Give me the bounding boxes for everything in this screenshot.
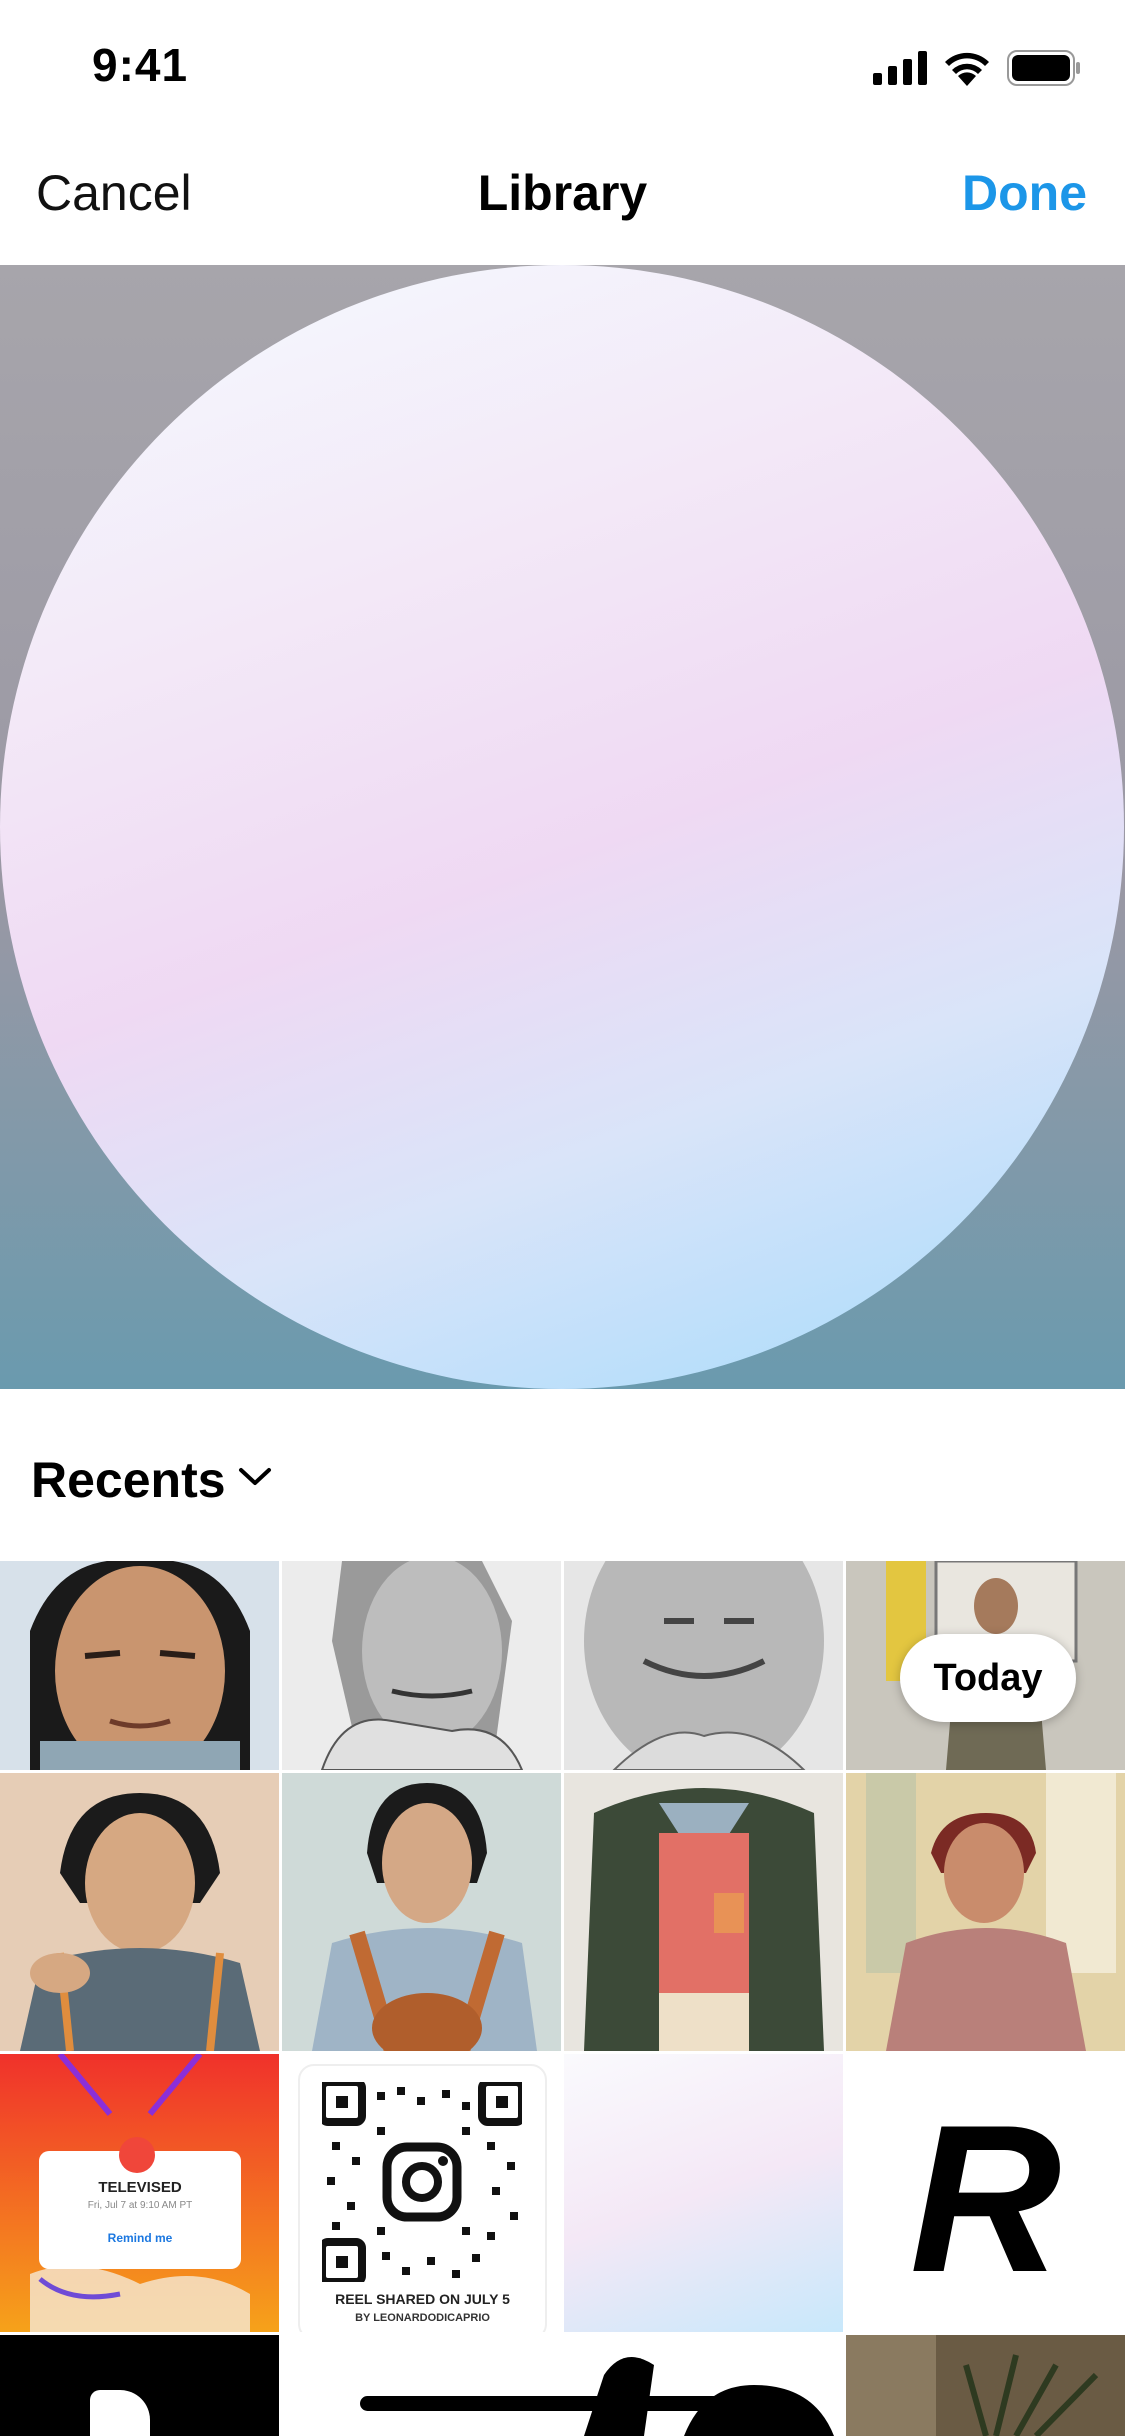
nav-bar: Cancel Library Done bbox=[0, 140, 1125, 265]
chevron-down-icon bbox=[239, 1468, 271, 1485]
jacket-photo bbox=[564, 1773, 843, 2051]
qr-code bbox=[322, 2082, 522, 2282]
qr-card: REEL SHARED ON JULY 5 BY LEONARDODICAPRI… bbox=[298, 2064, 547, 2332]
photo-thumbnail-graphic bbox=[584, 2357, 834, 2436]
photo-thumbnail[interactable] bbox=[564, 2335, 843, 2436]
televised-time: Fri, Jul 7 at 9:10 AM PT bbox=[87, 2200, 193, 2211]
qr-card-thumbnail[interactable]: REEL SHARED ON JULY 5 BY LEONARDODICAPRI… bbox=[282, 2054, 561, 2332]
remind-me-button[interactable]: Remind me bbox=[39, 2231, 241, 2245]
letter-tile-text: R bbox=[909, 2081, 1062, 2316]
photo-thumbnail[interactable] bbox=[564, 2054, 843, 2332]
album-title: Recents bbox=[31, 1452, 226, 1508]
photo-thumbnail[interactable] bbox=[282, 1773, 561, 2051]
photo-thumbnail-graphic bbox=[90, 2390, 150, 2436]
album-selector[interactable]: Recents bbox=[0, 1389, 1125, 1561]
photo-thumbnail[interactable] bbox=[0, 2335, 279, 2436]
photo-thumbnail[interactable] bbox=[0, 1773, 279, 2051]
date-scrubber-badge: Today bbox=[900, 1634, 1076, 1722]
status-time: 9:41 bbox=[92, 39, 189, 91]
status-bar: 9:41 bbox=[0, 0, 1125, 140]
photo-thumbnail[interactable] bbox=[282, 1561, 561, 1770]
photo-thumbnail[interactable] bbox=[846, 2335, 1125, 2436]
televised-title: TELEVISED bbox=[98, 2179, 182, 2196]
photo-thumbnail[interactable] bbox=[564, 1773, 843, 2051]
qr-card-line1: REEL SHARED ON JULY 5 bbox=[335, 2291, 510, 2307]
portrait-photo bbox=[282, 1773, 561, 2051]
calendar-icon bbox=[119, 2137, 155, 2173]
cancel-button[interactable]: Cancel bbox=[36, 164, 192, 222]
sketch-closeup-photo bbox=[564, 1561, 843, 1770]
photo-thumbnail[interactable] bbox=[0, 1561, 279, 1770]
crop-circle[interactable] bbox=[0, 265, 1124, 1389]
photo-thumbnail[interactable] bbox=[282, 2335, 561, 2436]
portrait-photo bbox=[0, 1561, 279, 1770]
signal-icon bbox=[873, 51, 927, 85]
window-portrait-photo bbox=[846, 1773, 1125, 2051]
qr-card-line2: BY LEONARDODICAPRIO bbox=[355, 2312, 490, 2324]
photo-preview[interactable] bbox=[0, 265, 1125, 1389]
photo-thumbnail[interactable] bbox=[564, 1561, 843, 1770]
letter-thumbnail[interactable]: R bbox=[846, 2054, 1125, 2332]
wifi-icon bbox=[945, 52, 989, 86]
done-button[interactable]: Done bbox=[962, 164, 1087, 222]
battery-icon bbox=[1007, 50, 1080, 86]
photo-thumbnail[interactable] bbox=[846, 1773, 1125, 2051]
sketch-portrait-photo bbox=[282, 1561, 561, 1770]
home-indicator[interactable] bbox=[360, 2396, 765, 2411]
status-icons bbox=[873, 50, 1081, 86]
televised-card-thumbnail[interactable]: TELEVISED Fri, Jul 7 at 9:10 AM PT Remin… bbox=[0, 2054, 279, 2332]
plant-photo bbox=[846, 2335, 1125, 2436]
portrait-photo bbox=[0, 1773, 279, 2051]
